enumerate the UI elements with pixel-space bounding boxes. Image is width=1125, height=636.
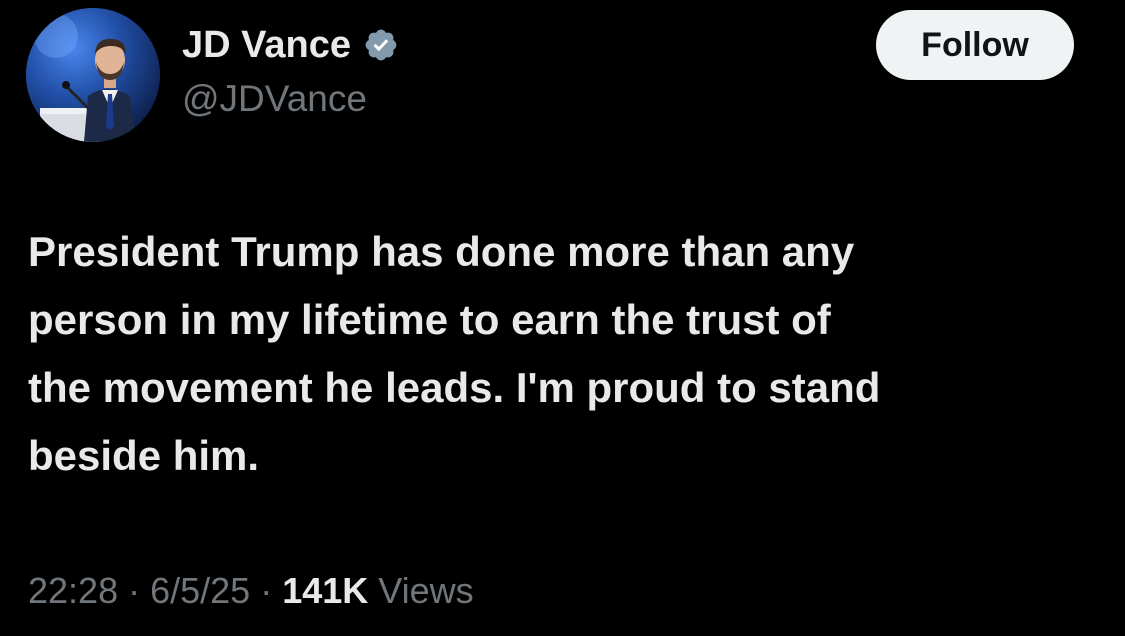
verified-badge-icon bbox=[363, 27, 399, 63]
views-label: Views bbox=[378, 570, 474, 611]
meta-separator: · bbox=[260, 570, 273, 611]
display-name[interactable]: JD Vance bbox=[182, 24, 351, 67]
views-count: 141K bbox=[282, 570, 369, 611]
tweet-meta: 22:28 · 6/5/25 · 141K Views bbox=[28, 570, 474, 612]
author-handle[interactable]: @JDVance bbox=[182, 78, 367, 120]
meta-separator: · bbox=[128, 570, 141, 611]
author-name-row: JD Vance bbox=[182, 22, 399, 68]
avatar-photo bbox=[26, 8, 160, 142]
tweet-time[interactable]: 22:28 bbox=[28, 570, 118, 612]
tweet-date[interactable]: 6/5/25 bbox=[150, 570, 250, 612]
follow-button[interactable]: Follow bbox=[876, 10, 1074, 80]
tweet-card: JD Vance @JDVance Follow President Trump… bbox=[0, 0, 1125, 636]
avatar[interactable] bbox=[26, 8, 160, 142]
tweet-text: President Trump has done more than any p… bbox=[28, 228, 881, 479]
